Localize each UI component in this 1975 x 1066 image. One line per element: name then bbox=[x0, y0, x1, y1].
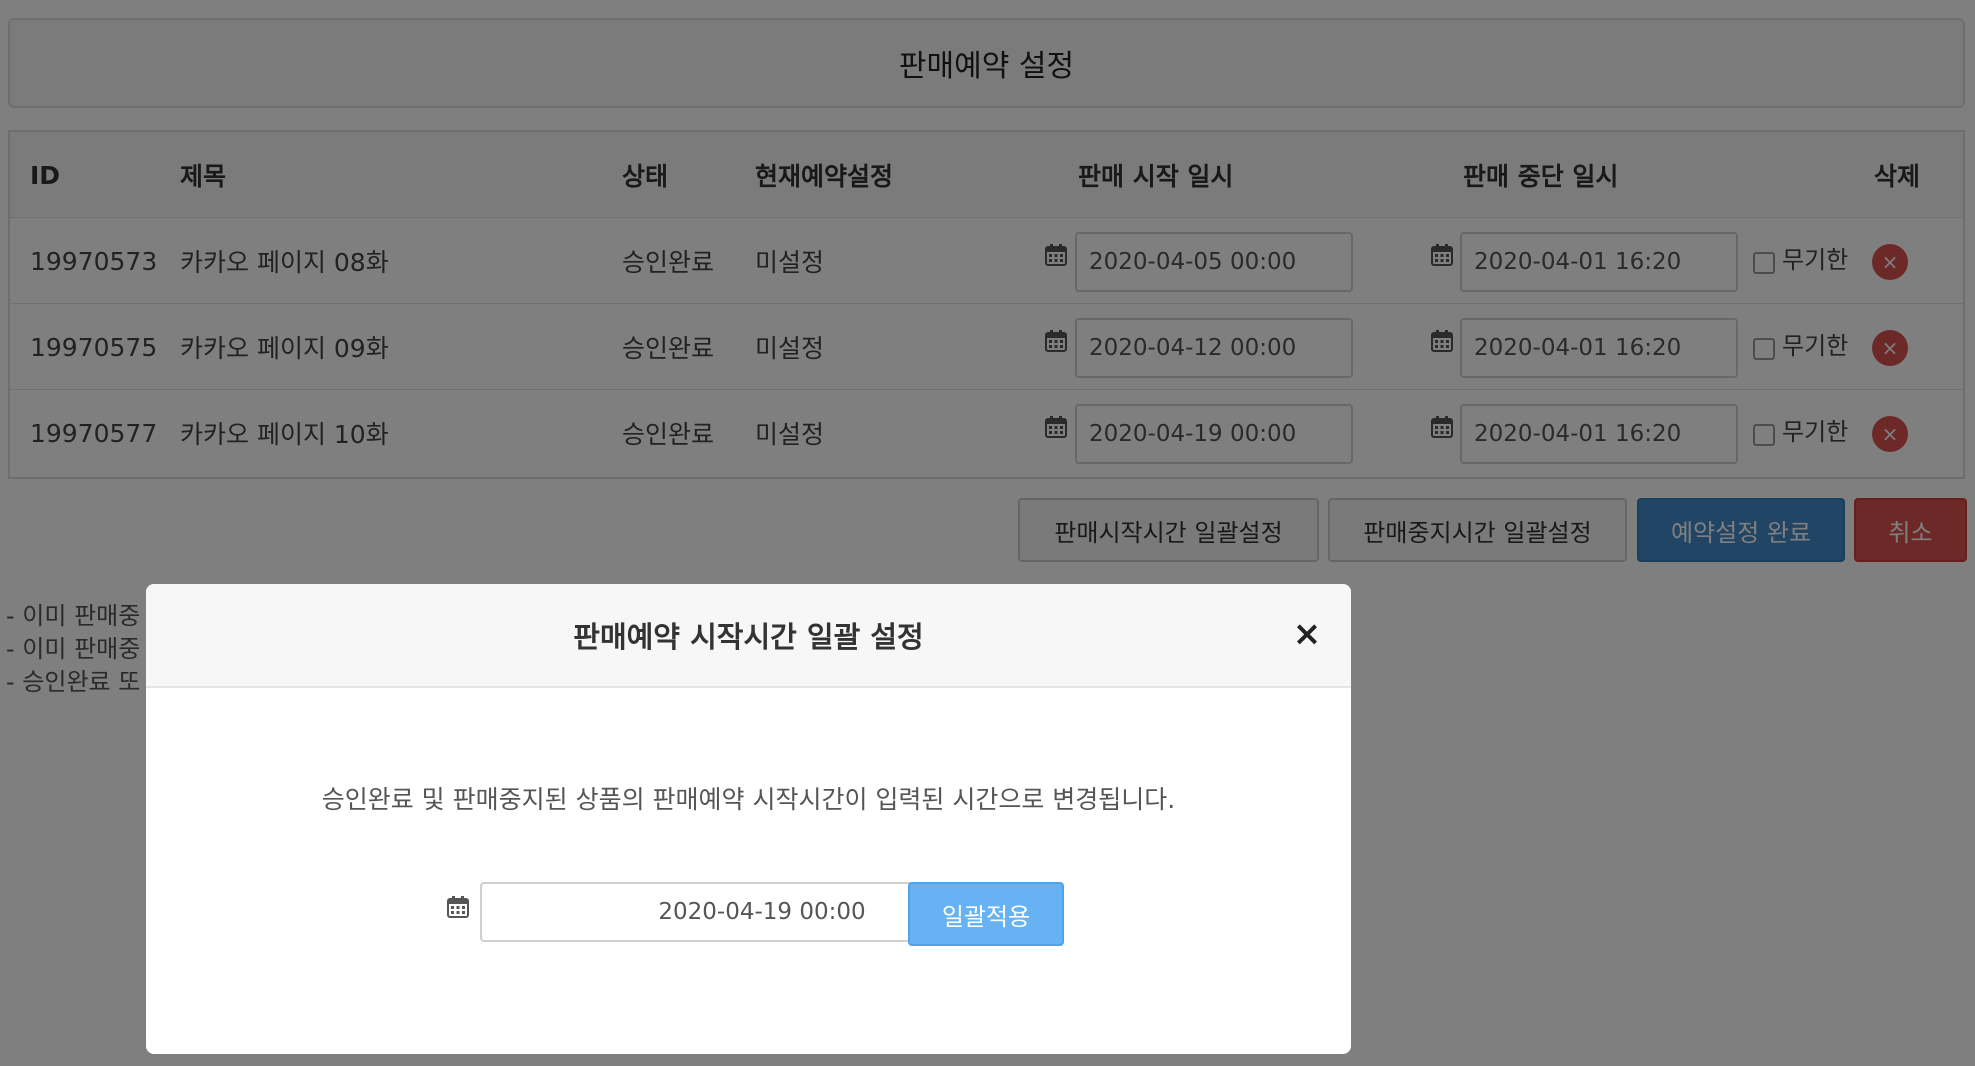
close-icon[interactable]: × bbox=[1289, 616, 1325, 652]
modal-title: 판매예약 시작시간 일괄 설정 bbox=[573, 620, 924, 654]
apply-all-button[interactable]: 일괄적용 bbox=[908, 882, 1064, 946]
bulk-start-modal: 판매예약 시작시간 일괄 설정 × 승인완료 및 판매중지된 상품의 판매예약 … bbox=[146, 584, 1351, 1054]
reservation-page: 판매예약 설정 ID 제목 상태 현재예약설정 판매 시작 일시 판매 중단 일… bbox=[0, 0, 1975, 1066]
calendar-icon[interactable] bbox=[446, 895, 470, 919]
modal-header: 판매예약 시작시간 일괄 설정 × bbox=[146, 584, 1351, 688]
modal-description: 승인완료 및 판매중지된 상품의 판매예약 시작시간이 입력된 시간으로 변경됩… bbox=[321, 785, 1176, 814]
